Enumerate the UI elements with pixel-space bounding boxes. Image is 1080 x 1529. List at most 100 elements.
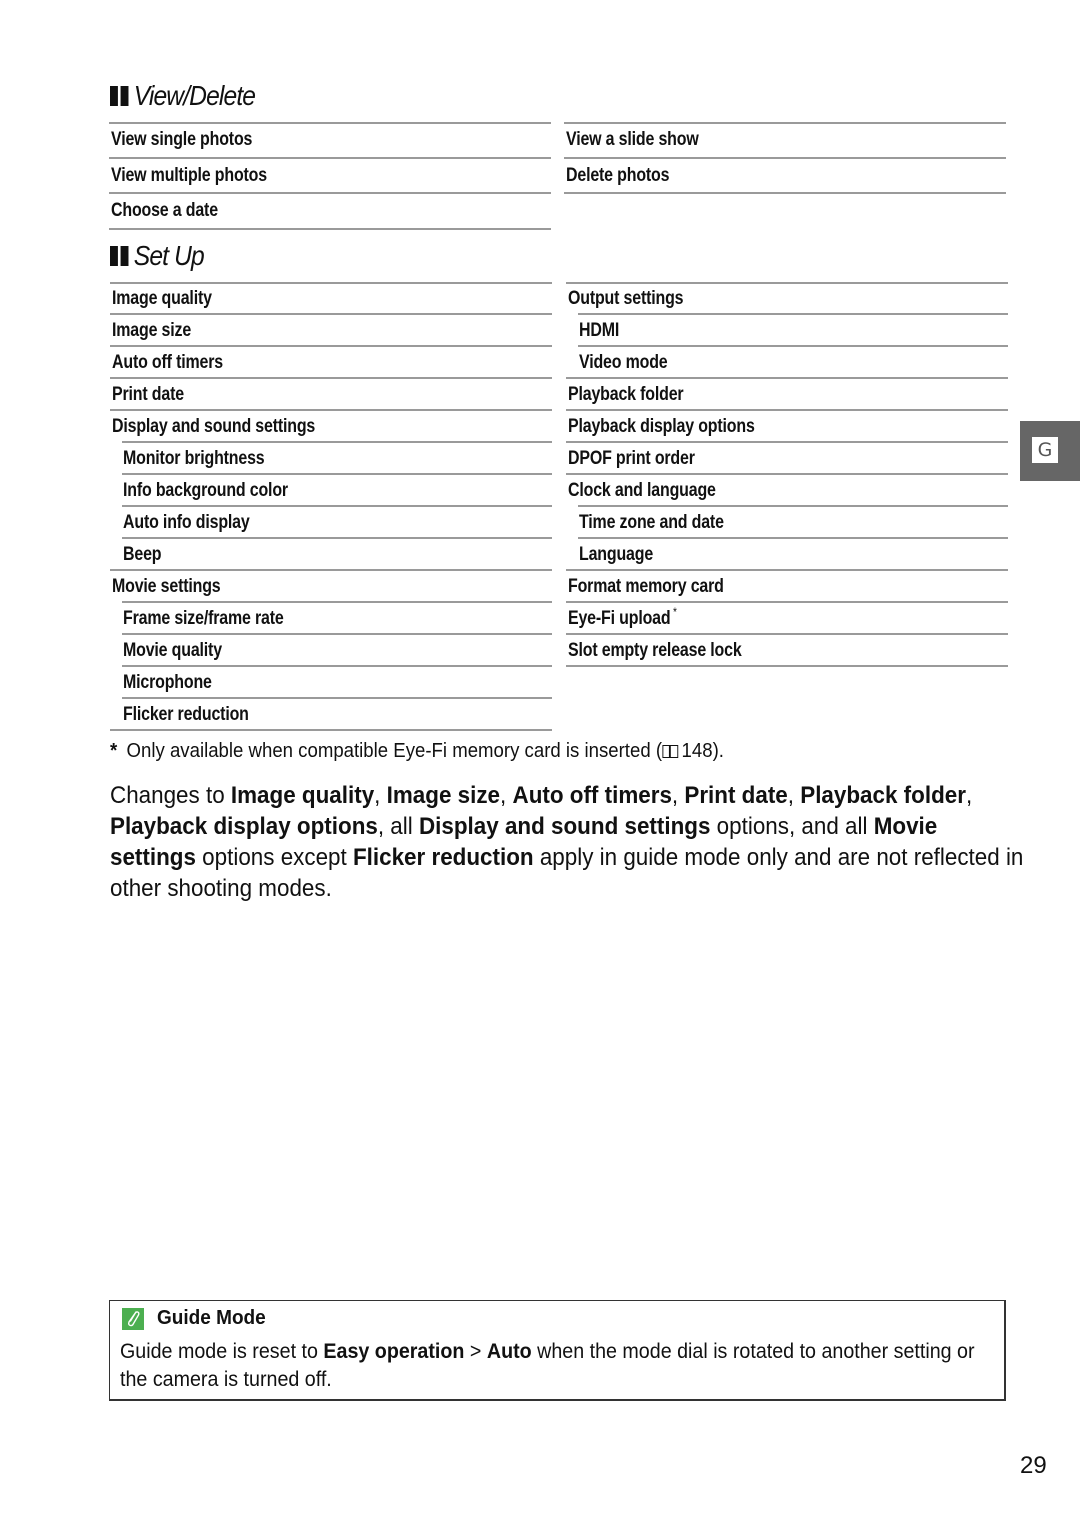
menu-item: Movie settings xyxy=(110,571,552,603)
menu-item-label: View multiple photos xyxy=(111,165,267,187)
footnote-page-ref[interactable]: 148 xyxy=(682,740,713,762)
menu-item: Eye-Fi upload * xyxy=(566,603,1008,635)
menu-item: Choose a date xyxy=(109,194,551,230)
menu-item-text: HDMI xyxy=(579,320,620,341)
page-number: 29 xyxy=(1020,1452,1047,1479)
menu-item-text: Language xyxy=(579,544,654,565)
rule-divider xyxy=(566,665,1008,667)
menu-item-text: Beep xyxy=(123,544,162,565)
menu-item-text: View multiple photos xyxy=(111,164,267,186)
menu-item: Flicker reduction xyxy=(110,699,552,731)
body-paragraph: Changes to Image quality, Image size, Au… xyxy=(110,780,1025,904)
text-run: , xyxy=(965,782,973,809)
text-run: Changes to xyxy=(110,782,231,809)
rule-divider xyxy=(564,122,1006,124)
menu-item-label: View a slide show xyxy=(566,129,699,151)
bold-term: Auto off timers xyxy=(512,782,672,809)
menu-item: Movie quality xyxy=(110,635,552,667)
menu-item-text: Output settings xyxy=(568,288,684,309)
menu-item: View a slide show xyxy=(564,122,1006,159)
menu-item-text: Slot empty release lock xyxy=(568,640,742,661)
rule-divider xyxy=(110,729,552,731)
section-heading-set-up: Set Up xyxy=(110,240,205,272)
menu-item-text: Image quality xyxy=(112,288,212,309)
menu-item-label: HDMI xyxy=(579,320,619,342)
text-run: , xyxy=(500,782,513,809)
menu-item: Slot empty release lock xyxy=(566,635,1008,667)
footnote-text-end: ). xyxy=(712,740,724,762)
menu-item: View multiple photos xyxy=(109,159,551,194)
bold-term: Image size xyxy=(386,782,501,809)
menu-item-text: Movie quality xyxy=(123,640,222,661)
menu-item-text: Movie settings xyxy=(112,576,221,597)
menu-item: Auto off timers xyxy=(110,347,552,379)
menu-item-text: View a slide show xyxy=(566,129,699,150)
text-run: , xyxy=(671,782,685,809)
menu-item-text: Display and sound settings xyxy=(112,416,316,437)
menu-item-text: Monitor brightness xyxy=(123,448,265,469)
set-up-left-column: Image quality Image size Auto off timers Pr… xyxy=(110,282,552,731)
menu-item: Microphone xyxy=(110,667,552,699)
bold-term: Playback display options xyxy=(110,813,378,840)
bold-term: Easy operation xyxy=(323,1339,465,1363)
text-run: > xyxy=(464,1339,487,1363)
menu-item: Monitor brightness xyxy=(110,443,552,475)
menu-item-label: Frame size/frame rate xyxy=(123,608,284,630)
menu-item-text: View single photos xyxy=(111,129,253,150)
menu-item-label: Auto info display xyxy=(123,512,250,534)
menu-item-label: Choose a date xyxy=(111,200,218,222)
rule-divider xyxy=(564,192,1006,194)
menu-item-label: Slot empty release lock xyxy=(568,640,742,662)
menu-item-text: Time zone and date xyxy=(579,512,724,533)
menu-item: Beep xyxy=(110,539,552,571)
bold-term: Image quality xyxy=(230,782,375,809)
pencil-note-icon xyxy=(122,1307,144,1330)
bold-term: Print date xyxy=(684,782,788,809)
view-delete-left-column: View single photos View multiple photos Ch… xyxy=(109,122,551,230)
menu-item-label: Image size xyxy=(112,320,191,342)
menu-item-text: Delete photos xyxy=(566,164,670,186)
menu-item: Print date xyxy=(110,379,552,411)
menu-item-text: Microphone xyxy=(123,672,212,693)
menu-item-text: Video mode xyxy=(579,352,668,373)
menu-item-label: Print date xyxy=(112,384,184,406)
menu-item: Image quality xyxy=(110,282,552,315)
section-marker-icon xyxy=(110,86,129,106)
footnote: * Only available when compatible Eye-Fi m… xyxy=(110,740,724,763)
view-delete-right-column: View a slide show Delete photos xyxy=(564,122,1006,194)
menu-item-label: Eye-Fi upload * xyxy=(568,605,677,630)
bold-term: Flicker reduction xyxy=(352,844,534,871)
menu-item: HDMI xyxy=(566,315,1008,347)
note-box-guide-mode: Guide Mode Guide mode is reset to Easy o… xyxy=(109,1300,1006,1401)
section-heading-view-delete: View/Delete xyxy=(110,80,256,112)
menu-item: View single photos xyxy=(109,122,551,159)
menu-item-text: Info background color xyxy=(123,480,288,501)
menu-item: Video mode xyxy=(566,347,1008,379)
text-run: , all xyxy=(377,813,419,840)
footnote-marker: * xyxy=(110,740,118,762)
menu-item: Playback folder xyxy=(566,379,1008,411)
note-body: Guide mode is reset to Easy operation > … xyxy=(120,1337,998,1393)
menu-item-text: Format memory card xyxy=(568,576,724,597)
menu-item: Info background color xyxy=(110,475,552,507)
text-run: Guide mode is reset to xyxy=(120,1339,324,1363)
menu-item-label: Time zone and date xyxy=(579,512,724,534)
rule-divider xyxy=(109,122,551,124)
menu-item-text: Auto info display xyxy=(123,512,250,533)
section-heading-text: Set Up xyxy=(133,240,205,271)
menu-item: Frame size/frame rate xyxy=(110,603,552,635)
menu-item-text: Auto off timers xyxy=(112,352,223,373)
menu-item-label: Format memory card xyxy=(568,576,724,598)
menu-item-label: DPOF print order xyxy=(568,448,695,470)
text-run: , xyxy=(374,782,387,809)
menu-item-text: Print date xyxy=(112,384,184,405)
menu-item: Format memory card xyxy=(566,571,1008,603)
rule-divider xyxy=(110,282,552,284)
menu-item: Playback display options xyxy=(566,411,1008,443)
menu-item: Language xyxy=(566,539,1008,571)
menu-item-text: Eye-Fi upload xyxy=(568,608,671,629)
section-marker-icon xyxy=(110,246,129,266)
chapter-side-tab[interactable]: G xyxy=(1020,421,1080,481)
menu-item: Image size xyxy=(110,315,552,347)
section-heading-text: View/Delete xyxy=(133,80,256,111)
